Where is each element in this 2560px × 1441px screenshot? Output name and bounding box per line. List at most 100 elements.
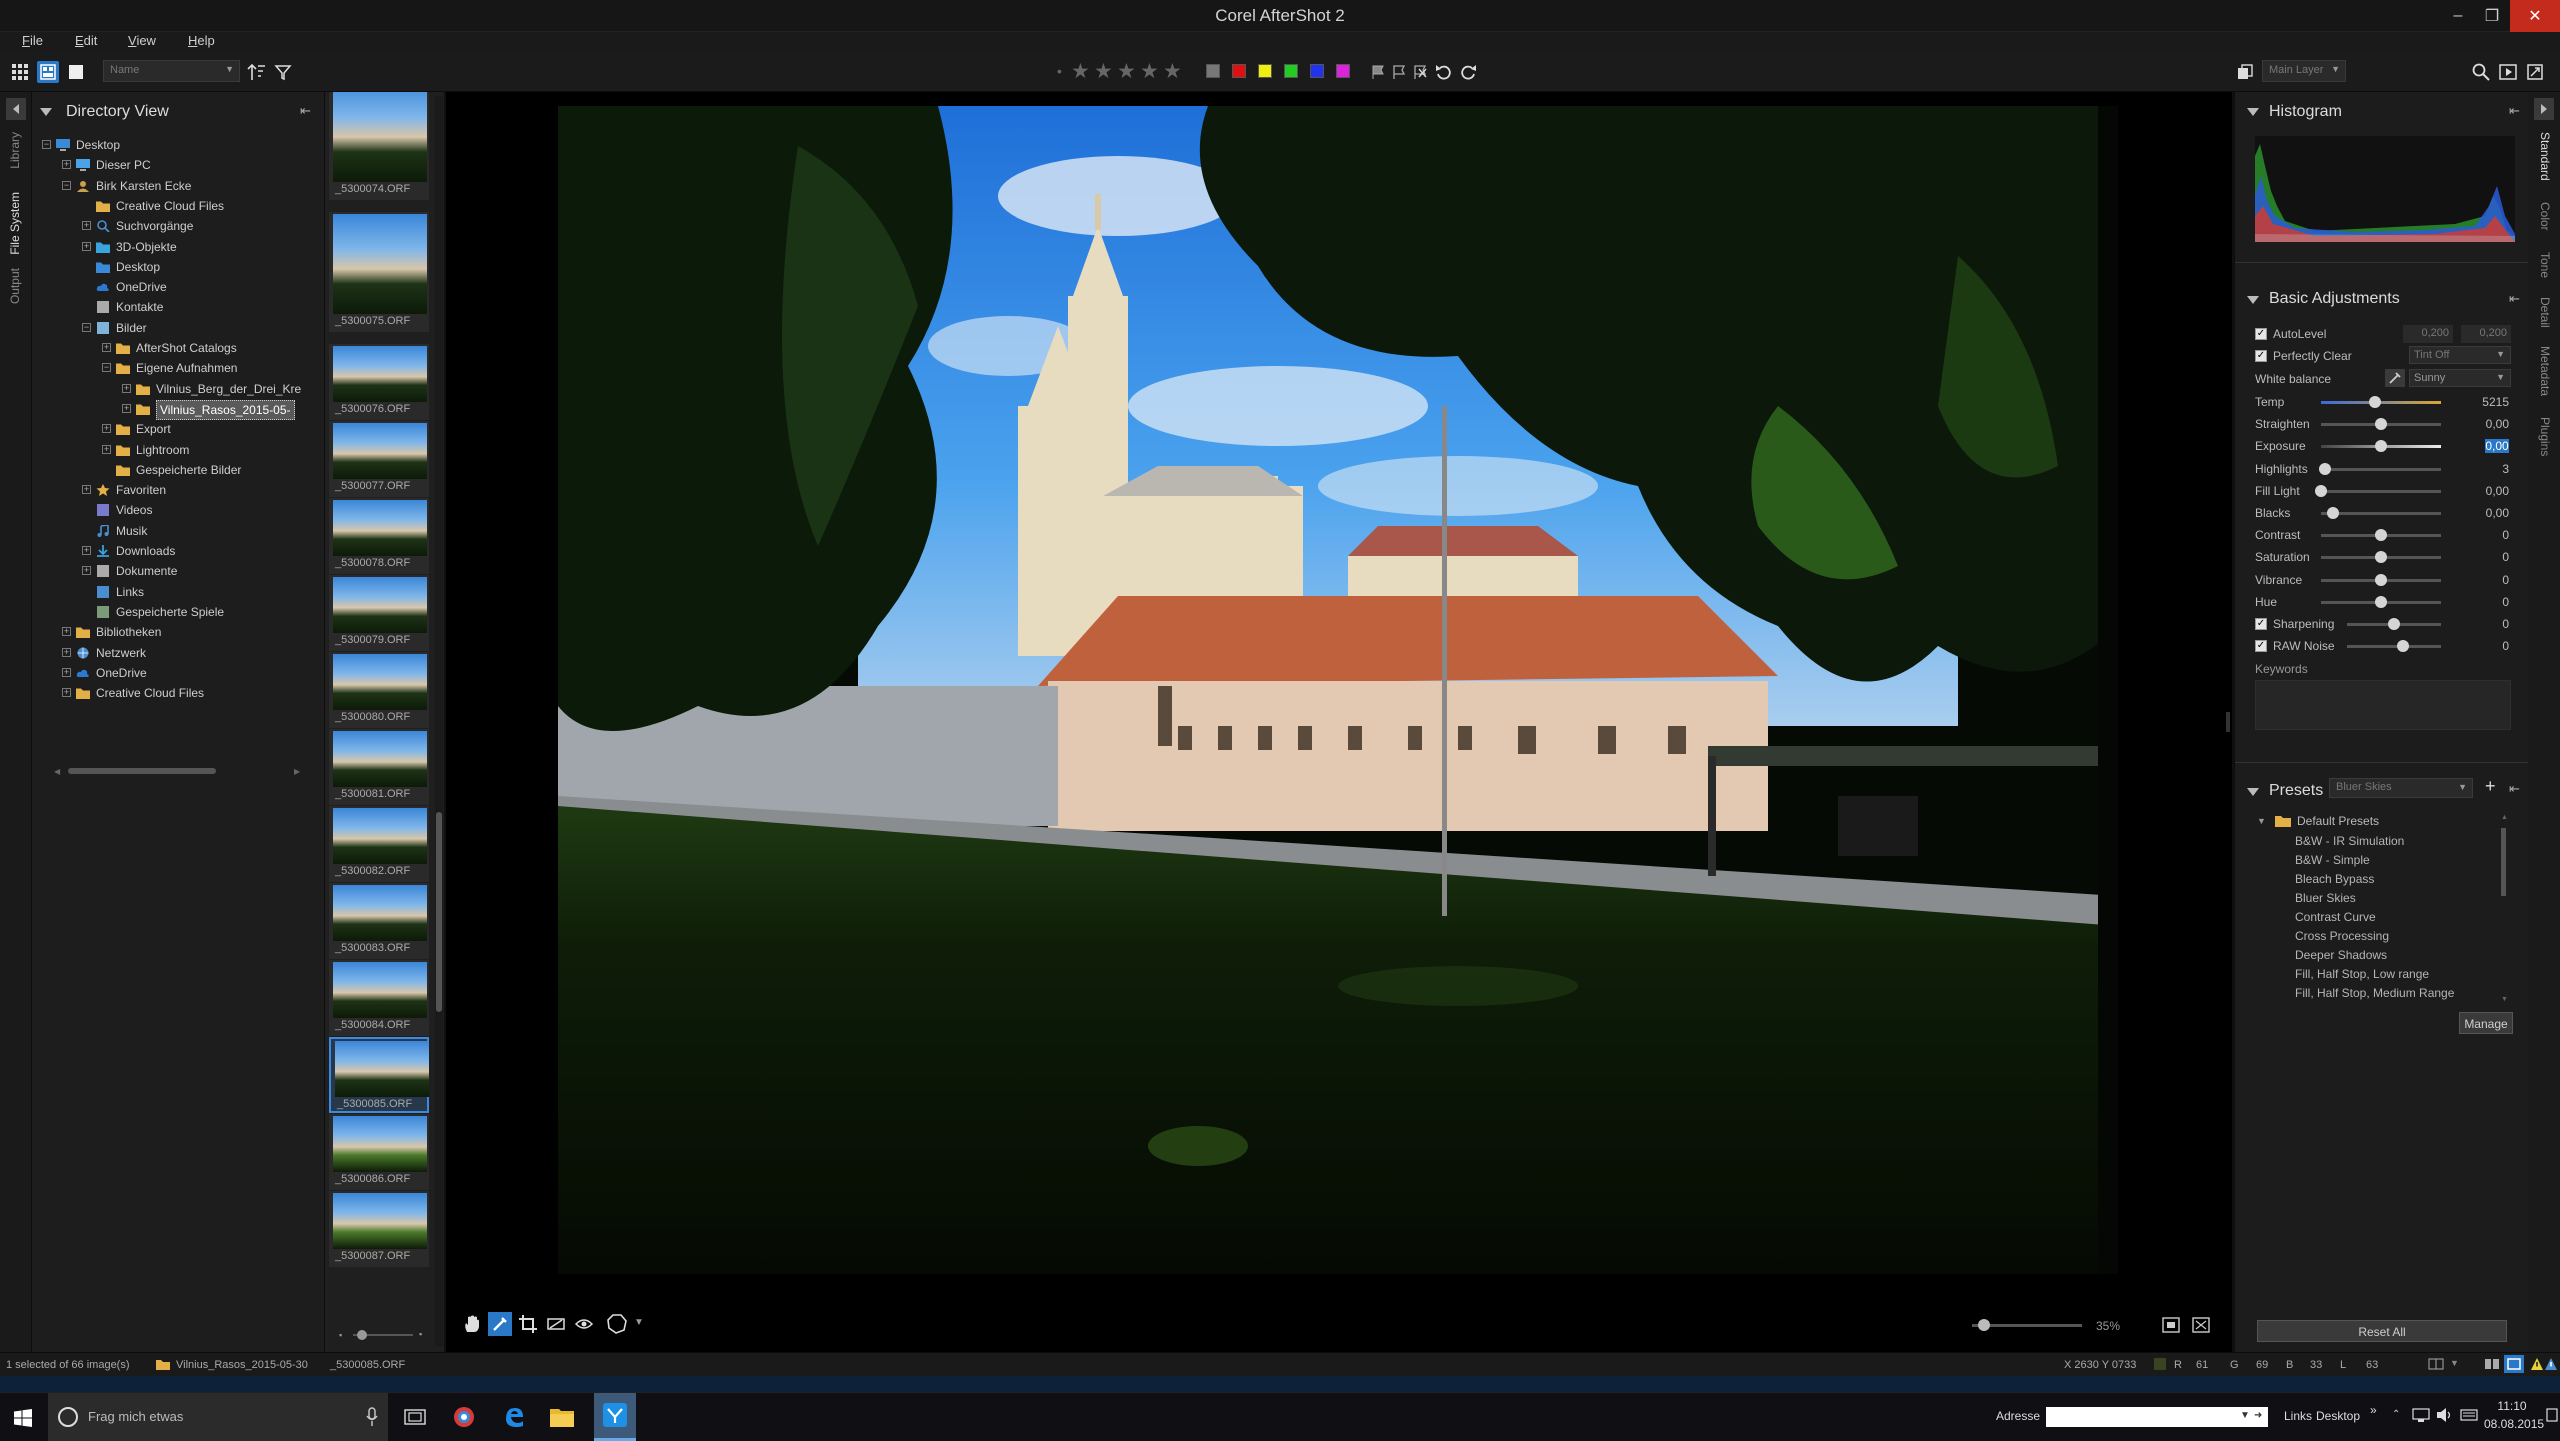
region-tool-icon[interactable] — [606, 1313, 628, 1335]
slider-knob[interactable] — [2369, 396, 2381, 408]
color-label-green[interactable] — [1284, 64, 1298, 78]
tree-item[interactable]: + Export — [32, 420, 324, 438]
presets-collapse-icon[interactable] — [2247, 788, 2259, 796]
compare-dropdown-icon[interactable]: ▼ — [2450, 1358, 2459, 1368]
tree-expander-icon[interactable]: + — [102, 424, 111, 434]
keywords-field[interactable] — [2255, 680, 2511, 730]
tree-expander-icon[interactable]: + — [82, 241, 91, 251]
tab-metadata[interactable]: Metadata — [2538, 346, 2552, 396]
preset-scroll-thumb[interactable] — [2501, 828, 2506, 896]
tree-item[interactable]: + Netzwerk — [32, 644, 324, 662]
autolevel-value-2[interactable]: 0,200 — [2461, 325, 2511, 343]
slider-knob[interactable] — [2375, 529, 2387, 542]
preset-item[interactable]: Bluer Skies — [2295, 891, 2356, 905]
tree-expander-icon[interactable]: + — [102, 444, 111, 454]
tree-expander-icon[interactable]: − — [42, 140, 51, 149]
aftershot-taskbar-icon[interactable] — [452, 1405, 476, 1429]
tree-expander-icon[interactable]: − — [82, 322, 91, 332]
tree-item[interactable]: Desktop — [32, 258, 324, 276]
fit-view-icon[interactable] — [2162, 1316, 2180, 1334]
tab-file-system[interactable]: File System — [8, 192, 22, 255]
filmstrip-thumbnail[interactable]: _5300079.ORF — [329, 575, 429, 651]
tree-item[interactable]: Links — [32, 583, 324, 601]
slider-value[interactable]: 0,00 — [2459, 484, 2509, 498]
preset-item[interactable]: Bleach Bypass — [2295, 872, 2374, 886]
tree-item[interactable]: Creative Cloud Files — [32, 197, 324, 215]
maximize-button[interactable]: ❐ — [2470, 0, 2514, 32]
clock-time[interactable]: 11:10 — [2490, 1399, 2534, 1413]
autolevel-checkbox[interactable]: ✓ — [2255, 328, 2267, 340]
preset-scrollbar[interactable]: ▲ ▼ — [2501, 814, 2508, 1008]
split-view-icon[interactable] — [37, 61, 59, 83]
slider-knob[interactable] — [2315, 484, 2327, 497]
filter-icon[interactable] — [272, 61, 294, 83]
redeye-tool-icon[interactable] — [574, 1314, 594, 1334]
slider-value[interactable]: 0 — [2459, 617, 2509, 631]
filmstrip-thumbnail[interactable]: _5300074.ORF — [329, 92, 429, 200]
basic-adjustments-collapse-icon[interactable] — [2247, 296, 2259, 304]
windows-start-icon[interactable] — [14, 1409, 32, 1427]
slider-knob[interactable] — [2327, 507, 2339, 519]
preset-item[interactable]: B&W - Simple — [2295, 853, 2370, 867]
tree-item[interactable]: Gespeicherte Bilder — [32, 461, 324, 479]
tree-item[interactable]: + Favoriten — [32, 481, 324, 499]
filmstrip-thumbnail[interactable]: _5300078.ORF — [329, 498, 429, 574]
color-label-gray[interactable] — [1206, 64, 1220, 78]
manage-presets-button[interactable]: Manage — [2459, 1012, 2513, 1034]
tree-expander-icon[interactable]: + — [82, 566, 91, 576]
preset-item[interactable]: Fill, Half Stop, Low range — [2295, 967, 2429, 981]
tree-expander-icon[interactable]: + — [82, 546, 91, 555]
hand-tool-icon[interactable] — [462, 1314, 482, 1334]
slider-checkbox[interactable]: ✓ — [2255, 618, 2267, 630]
fullscreen-icon[interactable] — [2524, 61, 2546, 83]
preset-group-expand-icon[interactable]: ▼ — [2257, 816, 2266, 826]
slider-knob[interactable] — [2375, 418, 2387, 431]
sort-order-icon[interactable] — [245, 61, 267, 83]
filmstrip-thumbnail[interactable]: _5300076.ORF — [329, 344, 429, 420]
tab-color[interactable]: Color — [2538, 202, 2552, 231]
filmstrip-thumbnail[interactable]: _5300080.ORF — [329, 652, 429, 728]
slider-checkbox[interactable]: ✓ — [2255, 640, 2267, 653]
tree-expander-icon[interactable]: + — [122, 403, 131, 413]
clock-date[interactable]: 08.08.2015 — [2484, 1417, 2544, 1431]
tree-hscroll-thumb[interactable] — [68, 768, 216, 774]
flag-reject-icon[interactable] — [1388, 61, 1410, 83]
preset-item[interactable]: Contrast Curve — [2295, 910, 2376, 924]
perfectly-clear-checkbox[interactable]: ✓ — [2255, 350, 2267, 362]
filmstrip-thumbnail[interactable]: _5300085.ORF — [329, 1037, 429, 1113]
grid-view-icon[interactable] — [9, 61, 31, 83]
tree-item[interactable]: + Downloads — [32, 542, 324, 560]
network-icon[interactable] — [2412, 1407, 2430, 1423]
tab-detail[interactable]: Detail — [2538, 297, 2552, 328]
star-3-icon[interactable]: ★ — [1117, 59, 1136, 84]
region-dropdown-icon[interactable]: ▼ — [634, 1317, 644, 1328]
reset-all-button[interactable]: Reset All — [2257, 1320, 2507, 1342]
links-toolbar[interactable]: Links — [2284, 1409, 2312, 1423]
add-preset-icon[interactable]: + — [2485, 776, 2496, 797]
collapse-arrow-icon[interactable] — [40, 108, 52, 116]
tree-expander-icon[interactable]: + — [82, 485, 91, 495]
tree-item[interactable]: +3D-Objekte — [32, 238, 324, 256]
tree-expander-icon[interactable]: + — [62, 160, 71, 170]
tree-item[interactable]: + Lightroom — [32, 441, 324, 459]
histogram-pin-icon[interactable]: ⇤ — [2509, 103, 2520, 119]
toolbar-overflow-icon[interactable]: » — [2370, 1403, 2377, 1417]
tree-expander-icon[interactable]: − — [62, 180, 71, 190]
tree-item[interactable]: + Vilnius_Rasos_2015-05- — [32, 399, 324, 420]
color-label-blue[interactable] — [1310, 64, 1324, 78]
compare-icon[interactable] — [2428, 1357, 2444, 1371]
color-label-yellow[interactable] — [1258, 64, 1272, 78]
star-1-icon[interactable]: ★ — [1071, 59, 1090, 84]
flag-pick-icon[interactable] — [1367, 61, 1389, 83]
tree-item[interactable]: − Bilder — [32, 319, 324, 337]
search-icon[interactable] — [2470, 61, 2492, 83]
tab-standard[interactable]: Standard — [2538, 132, 2552, 181]
tree-item[interactable]: OneDrive — [32, 278, 324, 296]
slideshow-icon[interactable] — [2497, 61, 2519, 83]
preset-group-label[interactable]: Default Presets — [2297, 814, 2379, 828]
tree-expander-icon[interactable]: + — [62, 667, 71, 677]
slider-value[interactable]: 0,00 — [2459, 506, 2509, 520]
menu-help[interactable]: Help — [188, 33, 215, 48]
tree-expander-icon[interactable]: + — [102, 343, 111, 352]
slider-knob[interactable] — [2397, 640, 2410, 653]
